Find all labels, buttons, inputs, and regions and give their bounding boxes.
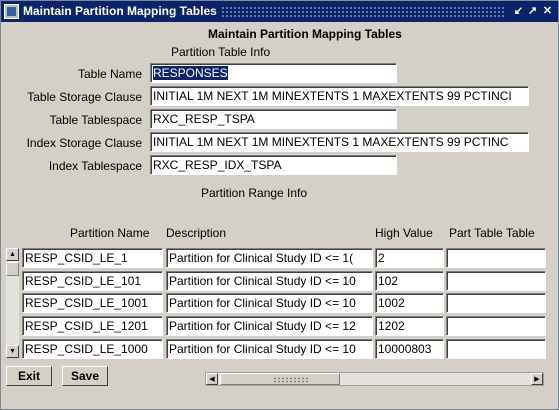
table-name-field[interactable]: RESPONSES [150, 63, 397, 83]
column-header-partition-name: Partition Name [70, 226, 150, 240]
index-storage-clause-field[interactable]: INITIAL 1M NEXT 1M MINEXTENTS 1 MAXEXTEN… [150, 132, 529, 152]
partition-mapping-window: Maintain Partition Mapping Tables ↙ ↗ ✕ … [0, 0, 559, 410]
form-heading: Maintain Partition Mapping Tables [208, 27, 402, 41]
index-storage-clause-label: Index Storage Clause [26, 136, 142, 150]
title-bar-pattern [221, 6, 506, 17]
high-value-cell[interactable]: 1202 [375, 316, 444, 336]
records-scrollbar[interactable]: ▲ ▼ [6, 248, 19, 358]
partition-table-info-heading: Partition Table Info [171, 45, 271, 59]
close-icon[interactable]: ✕ [541, 4, 554, 18]
table-name-label: Table Name [77, 67, 142, 81]
column-header-high-value: High Value [375, 226, 433, 240]
high-value-cell[interactable]: 2 [375, 248, 444, 268]
part-table-cell[interactable] [446, 316, 546, 336]
description-cell[interactable]: Partition for Clinical Study ID <= 10 [166, 271, 373, 291]
table-storage-clause-field[interactable]: INITIAL 1M NEXT 1M MINEXTENTS 1 MAXEXTEN… [150, 86, 529, 106]
part-table-cell[interactable] [446, 339, 546, 359]
records-scroll-thumb[interactable] [6, 262, 19, 276]
high-value-cell[interactable]: 1002 [375, 293, 444, 313]
title-bar[interactable]: Maintain Partition Mapping Tables ↙ ↗ ✕ [1, 1, 558, 22]
part-table-cell[interactable] [446, 248, 546, 268]
high-value-cell[interactable]: 102 [375, 271, 444, 291]
partition-name-cell[interactable]: RESP_CSID_LE_1 [22, 248, 163, 268]
description-cell[interactable]: Partition for Clinical Study ID <= 10 [166, 293, 373, 313]
index-tablespace-field[interactable]: RXC_RESP_IDX_TSPA [150, 155, 397, 175]
partition-name-cell[interactable]: RESP_CSID_LE_101 [22, 271, 163, 291]
scroll-left-icon[interactable]: ◀ [206, 373, 218, 385]
table-storage-clause-label: Table Storage Clause [27, 90, 142, 104]
table-tablespace-label: Table Tablespace [49, 113, 142, 127]
table-tablespace-field[interactable]: RXC_RESP_TSPA [150, 109, 397, 129]
grip-icon [273, 377, 309, 383]
scroll-right-icon[interactable]: ▶ [531, 373, 543, 385]
part-table-cell[interactable] [446, 271, 546, 291]
partition-range-info-heading: Partition Range Info [201, 186, 308, 200]
description-cell[interactable]: Partition for Clinical Study ID <= 12 [166, 316, 373, 336]
scroll-up-icon[interactable]: ▲ [6, 248, 19, 261]
part-table-cell[interactable] [446, 293, 546, 313]
exit-button[interactable]: Exit [6, 366, 52, 386]
scroll-down-icon[interactable]: ▼ [6, 345, 19, 358]
partition-name-cell[interactable]: RESP_CSID_LE_1201 [22, 316, 163, 336]
column-header-description: Description [166, 226, 227, 240]
app-icon [4, 4, 19, 19]
partition-name-cell[interactable]: RESP_CSID_LE_1001 [22, 293, 163, 313]
description-cell[interactable]: Partition for Clinical Study ID <= 1( [166, 248, 373, 268]
description-cell[interactable]: Partition for Clinical Study ID <= 10 [166, 339, 373, 359]
horizontal-scrollbar[interactable]: ◀ ▶ [205, 372, 544, 386]
minimize-icon[interactable]: ↙ [512, 4, 525, 18]
index-tablespace-label: Index Tablespace [48, 159, 142, 173]
high-value-cell[interactable]: 10000803 [375, 339, 444, 359]
horizontal-scroll-thumb[interactable] [220, 373, 340, 385]
column-header-part-table: Part Table Table [449, 226, 535, 240]
maximize-icon[interactable]: ↗ [526, 4, 539, 18]
save-button[interactable]: Save [62, 366, 108, 386]
window-title: Maintain Partition Mapping Tables [23, 4, 217, 18]
partition-name-cell[interactable]: RESP_CSID_LE_1000 [22, 339, 163, 359]
